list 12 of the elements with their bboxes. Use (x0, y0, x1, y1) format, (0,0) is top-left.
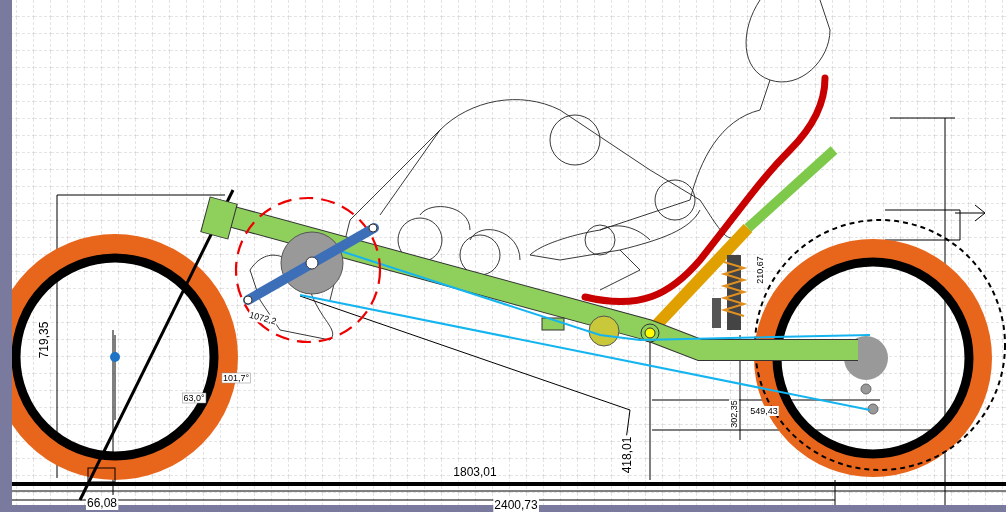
arrow-drawing (954, 204, 986, 222)
dimension-label: 1072,2 (248, 309, 278, 327)
dimension-label: 418,01 (620, 436, 634, 474)
dimension-label: 549,43 (750, 406, 778, 416)
dimension-label: 210,67 (755, 256, 765, 284)
dimension-label: 302,35 (729, 400, 739, 428)
angle-label: 101,7° (222, 373, 250, 383)
dimension-label: 719,35 (37, 321, 51, 359)
angle-label: 63,0° (183, 393, 205, 403)
dimension-label: 66,08 (87, 496, 117, 510)
dimension-label: 2400,73 (494, 498, 538, 512)
dimension-label: 1803,01 (453, 465, 497, 479)
